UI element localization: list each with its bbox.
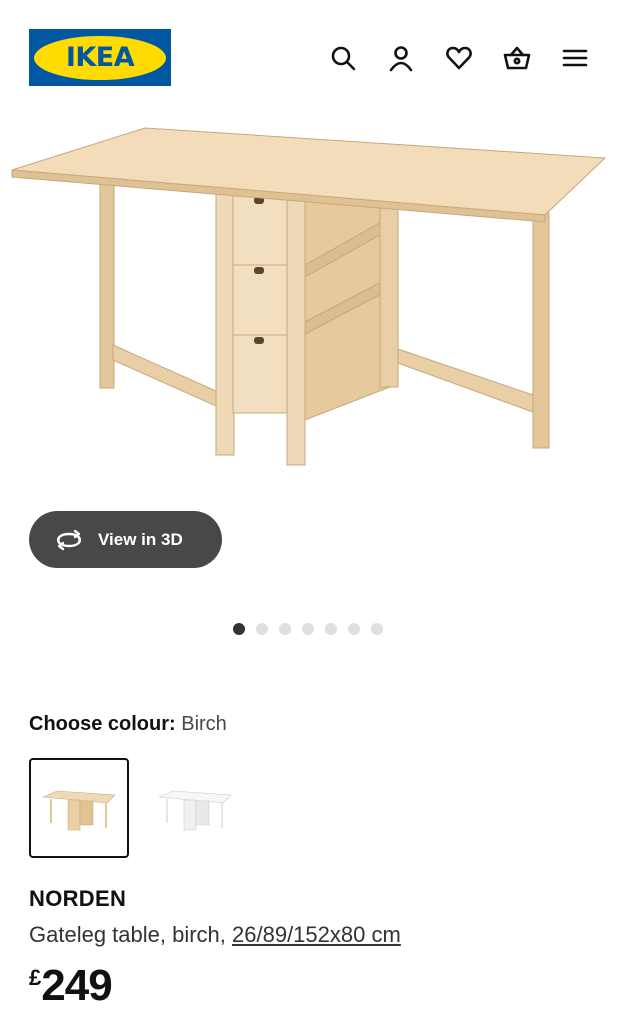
price-currency: £ xyxy=(29,965,42,990)
product-price: £249 xyxy=(29,961,113,1011)
colour-chooser-label: Choose colour: Birch xyxy=(29,713,227,736)
carousel-dots xyxy=(233,623,383,635)
view-in-3d-button[interactable]: View in 3D xyxy=(29,511,222,568)
product-dimensions-link[interactable]: 26/89/152x80 cm xyxy=(232,922,401,947)
header: IKEA xyxy=(0,0,618,115)
product-description: Gateleg table, birch, 26/89/152x80 cm xyxy=(29,922,401,948)
search-icon[interactable] xyxy=(328,43,358,73)
colour-value: Birch xyxy=(181,713,227,735)
ikea-logo[interactable]: IKEA xyxy=(29,29,171,86)
carousel-dot[interactable] xyxy=(233,623,245,635)
colour-label: Choose colour: xyxy=(29,713,176,735)
menu-icon[interactable] xyxy=(560,43,590,73)
product-name: NORDEN xyxy=(29,886,127,911)
logo-text: IKEA xyxy=(65,42,135,73)
product-image[interactable] xyxy=(0,115,618,515)
basket-icon[interactable] xyxy=(502,43,532,73)
carousel-dot[interactable] xyxy=(348,623,360,635)
carousel-dot[interactable] xyxy=(256,623,268,635)
colour-swatch-birch[interactable] xyxy=(29,758,129,858)
rotate-3d-icon xyxy=(56,529,82,550)
view-in-3d-label: View in 3D xyxy=(98,529,183,549)
price-value: 249 xyxy=(41,961,112,1010)
carousel-dot[interactable] xyxy=(302,623,314,635)
carousel-dot[interactable] xyxy=(279,623,291,635)
product-description-text: Gateleg table, birch, xyxy=(29,922,233,947)
account-icon[interactable] xyxy=(386,43,416,73)
colour-swatch-white[interactable] xyxy=(145,758,245,858)
carousel-dot[interactable] xyxy=(371,623,383,635)
heart-icon[interactable] xyxy=(444,43,474,73)
carousel-dot[interactable] xyxy=(325,623,337,635)
